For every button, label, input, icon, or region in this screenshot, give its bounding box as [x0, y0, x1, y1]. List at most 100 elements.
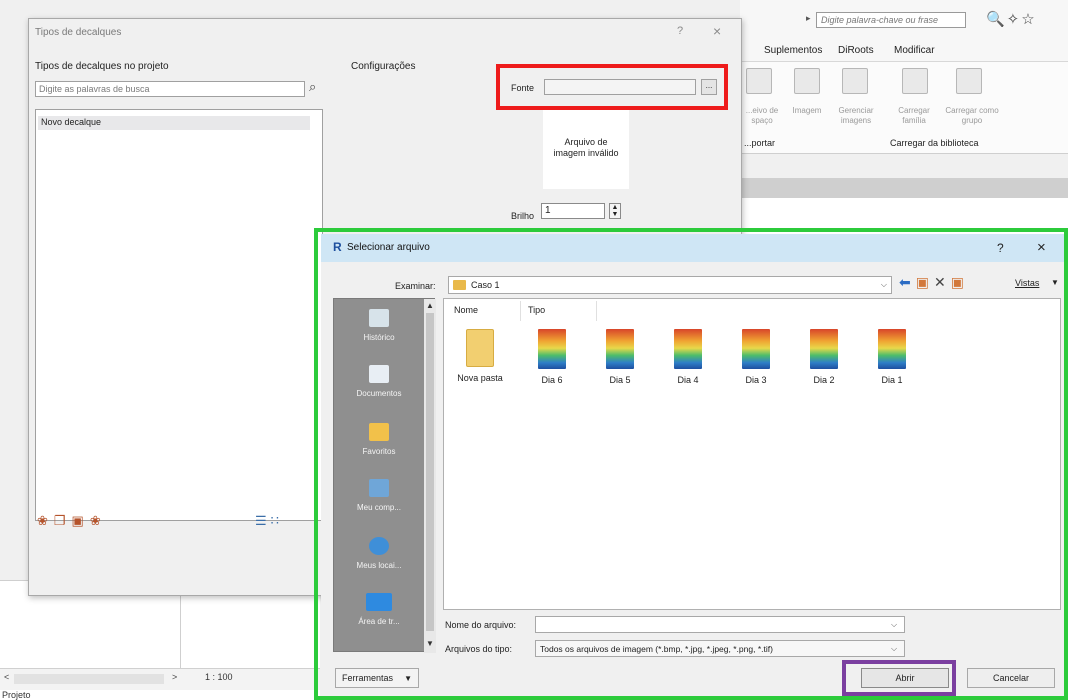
views-menu[interactable]: Vistas — [1015, 278, 1039, 288]
help-icon[interactable]: ? — [997, 241, 1004, 255]
chevron-down-icon: ▼ — [404, 674, 412, 683]
decal-types-label: Tipos de decalques no projeto — [35, 61, 169, 72]
manage-images-icon[interactable] — [842, 68, 868, 94]
column-divider[interactable] — [596, 301, 597, 321]
computer-icon — [369, 479, 389, 497]
image-file-icon — [606, 329, 634, 369]
scroll-up-icon[interactable]: ▲ — [426, 301, 434, 310]
brightness-spinner[interactable]: ▲ ▼ — [609, 203, 621, 219]
look-in-label: Examinar: — [395, 281, 436, 291]
group-import: ...portar — [744, 138, 776, 148]
favorites-icon — [369, 423, 389, 441]
list-item[interactable]: Novo decalque — [38, 116, 310, 130]
cancel-button[interactable]: Cancelar — [967, 668, 1055, 688]
file-item[interactable]: Dia 1 — [862, 329, 922, 385]
place-favorites[interactable]: Favoritos — [334, 423, 424, 456]
load-group-icon[interactable] — [956, 68, 982, 94]
ribbon-label-load-group: Carregar como grupo — [945, 106, 999, 125]
image-icon[interactable] — [794, 68, 820, 94]
file-name: Dia 2 — [813, 375, 835, 385]
help-search-input[interactable]: Digite palavra-chave ou frase — [816, 12, 966, 28]
source-field[interactable] — [544, 79, 696, 95]
views-chevron-down-icon[interactable]: ▼ — [1051, 278, 1059, 287]
tab-diroots[interactable]: DiRoots — [838, 45, 874, 56]
revit-app-icon: R — [333, 240, 342, 254]
file-item[interactable]: Dia 6 — [522, 329, 582, 385]
look-in-dropdown[interactable]: Caso 1 ⌵ — [448, 276, 892, 294]
preview-message: Arquivo de imagem inválido — [553, 137, 619, 158]
place-label: Histórico — [363, 333, 395, 342]
place-label: Documentos — [356, 389, 402, 398]
decal-space-icon[interactable] — [746, 68, 772, 94]
image-file-icon — [878, 329, 906, 369]
new-folder-icon[interactable]: ▣ — [951, 274, 969, 290]
horizontal-scrollbar[interactable] — [14, 674, 164, 684]
file-item[interactable]: Dia 2 — [794, 329, 854, 385]
place-label: Meus locai... — [356, 561, 402, 570]
up-folder-icon[interactable]: ▣ — [916, 274, 934, 290]
status-project: Projeto — [2, 690, 31, 700]
ribbon-label-load-family: Carregar família — [898, 106, 930, 125]
file-name: Dia 5 — [609, 375, 631, 385]
view-tab-strip — [742, 178, 1068, 198]
column-type[interactable]: Tipo — [528, 305, 545, 315]
chevron-down-icon[interactable]: ⌵ — [891, 644, 897, 654]
current-folder: Caso 1 — [471, 280, 500, 290]
close-icon[interactable]: × — [713, 23, 721, 39]
view-mode-icons[interactable]: ☰∷ — [255, 513, 283, 529]
decal-dialog-title: Tipos de decalques — [35, 27, 122, 38]
file-name: Nova pasta — [457, 373, 503, 383]
scroll-left-icon[interactable]: < — [4, 672, 9, 682]
file-name: Dia 1 — [881, 375, 903, 385]
desktop-icon — [366, 593, 392, 611]
places-bar: Histórico Documentos Favoritos Meu comp.… — [333, 298, 436, 653]
search-arrow-icon: ▸ — [806, 13, 811, 23]
infocenter-icons[interactable]: 🔍✧☆ — [986, 10, 1037, 28]
place-computer[interactable]: Meu comp... — [334, 479, 424, 512]
file-item[interactable]: Dia 3 — [726, 329, 786, 385]
place-history[interactable]: Histórico — [334, 309, 424, 342]
brightness-input[interactable]: 1 — [541, 203, 605, 219]
chevron-down-icon[interactable]: ⌵ — [891, 620, 897, 630]
image-file-icon — [742, 329, 770, 369]
ribbon-tabs: Suplementos DiRoots Modificar — [742, 40, 1068, 62]
decal-search-input[interactable]: Digite as palavras de busca — [35, 81, 305, 97]
place-documents[interactable]: Documentos — [334, 365, 424, 398]
file-type-select[interactable]: Todos os arquivos de imagem (*.bmp, *.jp… — [535, 640, 905, 657]
file-item[interactable]: Dia 5 — [590, 329, 650, 385]
tools-button[interactable]: Ferramentas ▼ — [335, 668, 419, 688]
column-divider[interactable] — [520, 301, 521, 321]
chevron-down-icon[interactable]: ⌵ — [881, 280, 887, 290]
tab-suplementos[interactable]: Suplementos — [764, 45, 822, 56]
place-desktop[interactable]: Área de tr... — [334, 593, 424, 626]
file-name: Dia 4 — [677, 375, 699, 385]
place-network[interactable]: Meus locai... — [334, 537, 424, 570]
select-file-dialog: R Selecionar arquivo ? × Examinar: Caso … — [321, 234, 1067, 698]
place-label: Área de tr... — [358, 617, 400, 626]
image-file-icon — [538, 329, 566, 369]
load-family-icon[interactable] — [902, 68, 928, 94]
search-icon[interactable]: ⌕ — [309, 79, 316, 95]
file-item[interactable]: Dia 4 — [658, 329, 718, 385]
scroll-down-icon[interactable]: ▼ — [426, 639, 434, 648]
places-scroll-thumb[interactable] — [426, 313, 434, 631]
place-label: Meu comp... — [356, 503, 401, 512]
source-label: Fonte — [511, 83, 535, 93]
browse-button[interactable]: ... — [701, 79, 717, 95]
select-dialog-title: Selecionar arquivo — [347, 242, 430, 253]
nav-toolbar: ⬅▣✕▣ — [899, 274, 969, 291]
decal-toolbar-icons[interactable]: ❀❐▣❀ — [37, 513, 107, 529]
column-name[interactable]: Nome — [454, 305, 478, 315]
tab-modificar[interactable]: Modificar — [894, 45, 935, 56]
open-button[interactable]: Abrir — [861, 668, 949, 688]
close-icon[interactable]: × — [1037, 239, 1046, 256]
back-icon[interactable]: ⬅ — [899, 274, 916, 290]
view-scale[interactable]: 1 : 100 — [205, 672, 233, 682]
file-name: Dia 3 — [745, 375, 767, 385]
delete-icon[interactable]: ✕ — [934, 274, 951, 290]
help-icon[interactable]: ? — [677, 25, 683, 37]
file-name-input[interactable] — [535, 616, 905, 633]
image-file-icon — [810, 329, 838, 369]
scroll-right-icon[interactable]: > — [172, 672, 177, 682]
file-item-folder[interactable]: Nova pasta — [450, 329, 510, 383]
